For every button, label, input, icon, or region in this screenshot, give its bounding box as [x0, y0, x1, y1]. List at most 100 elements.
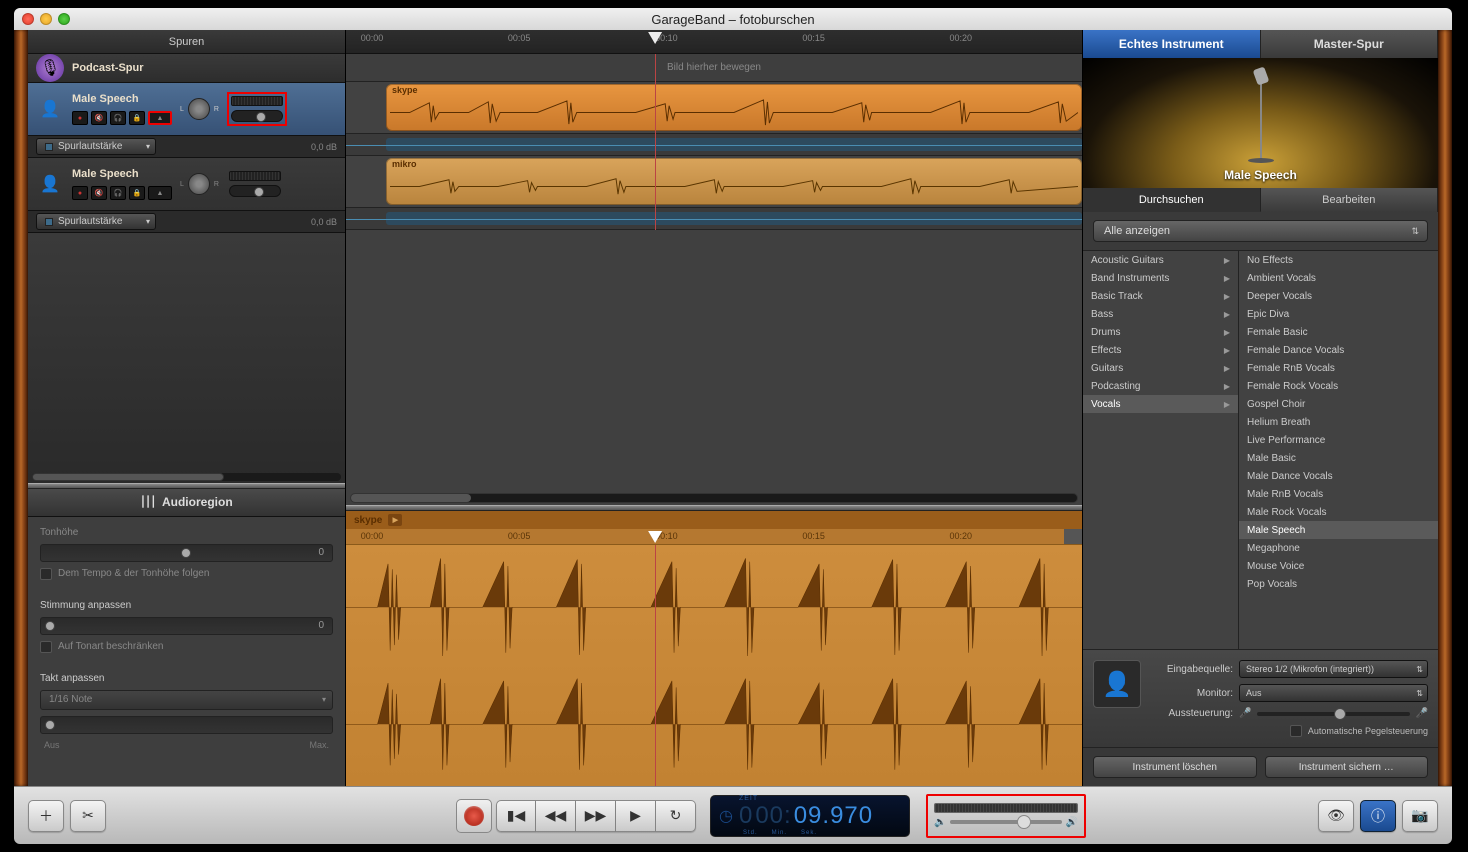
- save-instrument-button[interactable]: Instrument sichern …: [1265, 756, 1429, 778]
- preset-item[interactable]: Male Speech: [1239, 521, 1438, 539]
- record-enable-button[interactable]: ●: [72, 186, 88, 200]
- track-1-automation-lane[interactable]: [346, 134, 1082, 156]
- track-1-lane[interactable]: skype: [346, 82, 1082, 134]
- editor-ruler[interactable]: 00:0000:0500:1000:1500:20: [346, 529, 1082, 545]
- solo-button[interactable]: 🎧: [110, 111, 126, 125]
- add-track-button[interactable]: ＋: [28, 800, 64, 832]
- category-item[interactable]: Guitars▶: [1083, 359, 1238, 377]
- ruler-tick: 00:00: [361, 33, 384, 43]
- track-row-1[interactable]: 👤 Male Speech ● 🔇 🎧 🔒 ▲ L: [28, 83, 345, 158]
- region-mikro[interactable]: mikro: [386, 158, 1082, 205]
- info-button[interactable]: ⓘ: [1360, 800, 1396, 832]
- category-item[interactable]: Acoustic Guitars▶: [1083, 251, 1238, 269]
- track-2-automation-lane[interactable]: [346, 208, 1082, 230]
- tab-browse[interactable]: Durchsuchen: [1083, 188, 1261, 212]
- input-source-select[interactable]: Stereo 1/2 (Mikrofon (integriert)): [1239, 660, 1428, 678]
- preset-item[interactable]: Helium Breath: [1239, 413, 1438, 431]
- time-display[interactable]: ◷ ZEIT 0 00: 09.970 Std.Min.Sek.: [710, 795, 910, 837]
- category-item[interactable]: Band Instruments▶: [1083, 269, 1238, 287]
- limit-key-checkbox[interactable]: [40, 641, 52, 653]
- preset-item[interactable]: Male Dance Vocals: [1239, 467, 1438, 485]
- cycle-button[interactable]: ↻: [656, 800, 696, 832]
- preset-item[interactable]: Live Performance: [1239, 431, 1438, 449]
- volume-slider[interactable]: [231, 110, 283, 122]
- preset-item[interactable]: Epic Diva: [1239, 305, 1438, 323]
- zoom-slider[interactable]: [32, 473, 341, 481]
- category-item[interactable]: Bass▶: [1083, 305, 1238, 323]
- automation-param-select[interactable]: Spurlautstärke: [36, 138, 156, 155]
- delete-instrument-button[interactable]: Instrument löschen: [1093, 756, 1257, 778]
- pan-knob[interactable]: [188, 173, 210, 195]
- track-2-lane[interactable]: mikro: [346, 156, 1082, 208]
- forward-button[interactable]: ▶▶: [576, 800, 616, 832]
- preset-item[interactable]: Deeper Vocals: [1239, 287, 1438, 305]
- category-item[interactable]: Vocals▶: [1083, 395, 1238, 413]
- timeline-scrollbar[interactable]: [350, 493, 1078, 503]
- lock-button[interactable]: 🔒: [129, 186, 145, 200]
- lock-button[interactable]: 🔒: [129, 111, 145, 125]
- preset-item[interactable]: Female Rock Vocals: [1239, 377, 1438, 395]
- gain-slider[interactable]: [1257, 712, 1409, 716]
- preset-item[interactable]: Mouse Voice: [1239, 557, 1438, 575]
- category-item[interactable]: Podcasting▶: [1083, 377, 1238, 395]
- track-row-podcast[interactable]: 🎙 Podcast-Spur: [28, 54, 345, 83]
- preset-item[interactable]: Gospel Choir: [1239, 395, 1438, 413]
- preset-item[interactable]: Male RnB Vocals: [1239, 485, 1438, 503]
- tracks-header: Spuren: [28, 30, 345, 54]
- ruler-tick: 00:20: [950, 33, 973, 43]
- solo-button[interactable]: 🎧: [110, 186, 126, 200]
- ruler-scrollbar[interactable]: [1064, 529, 1082, 544]
- pitch-label: Tonhöhe: [40, 527, 333, 538]
- auto-level-checkbox[interactable]: [1290, 725, 1302, 737]
- media-browser-button[interactable]: 📷: [1402, 800, 1438, 832]
- automation-button[interactable]: ▲: [148, 111, 172, 125]
- playhead[interactable]: [655, 54, 656, 230]
- preset-list[interactable]: No EffectsAmbient VocalsDeeper VocalsEpi…: [1239, 251, 1438, 649]
- preset-item[interactable]: Female RnB Vocals: [1239, 359, 1438, 377]
- pitch-slider[interactable]: 0: [40, 544, 333, 562]
- playhead[interactable]: [655, 545, 656, 786]
- preset-item[interactable]: Female Dance Vocals: [1239, 341, 1438, 359]
- tuning-slider[interactable]: 0: [40, 617, 333, 635]
- automation-param-select[interactable]: Spurlautstärke: [36, 213, 156, 230]
- podcast-lane[interactable]: Bild hierher bewegen: [346, 54, 1082, 82]
- loop-browser-button[interactable]: 👁: [1318, 800, 1354, 832]
- preset-item[interactable]: Megaphone: [1239, 539, 1438, 557]
- timing-slider[interactable]: [40, 716, 333, 734]
- go-to-start-button[interactable]: ▮◀: [496, 800, 536, 832]
- master-volume-slider[interactable]: [950, 820, 1061, 824]
- automation-button[interactable]: ▲: [148, 186, 172, 200]
- preset-item[interactable]: Pop Vocals: [1239, 575, 1438, 593]
- record-enable-button[interactable]: ●: [72, 111, 88, 125]
- follow-tempo-checkbox[interactable]: [40, 568, 52, 580]
- pan-knob[interactable]: [188, 98, 210, 120]
- play-button[interactable]: ▶: [616, 800, 656, 832]
- preset-item[interactable]: Female Basic: [1239, 323, 1438, 341]
- category-item[interactable]: Effects▶: [1083, 341, 1238, 359]
- category-item[interactable]: Drums▶: [1083, 323, 1238, 341]
- mute-button[interactable]: 🔇: [91, 186, 107, 200]
- category-list[interactable]: Acoustic Guitars▶Band Instruments▶Basic …: [1083, 251, 1239, 649]
- region-skype[interactable]: skype: [386, 84, 1082, 131]
- play-region-button[interactable]: ▶: [388, 514, 402, 526]
- track-row-2[interactable]: 👤 Male Speech ● 🔇 🎧 🔒 ▲ L: [28, 158, 345, 233]
- preset-item[interactable]: No Effects: [1239, 251, 1438, 269]
- tab-real-instrument[interactable]: Echtes Instrument: [1083, 30, 1261, 58]
- record-button[interactable]: [456, 799, 492, 833]
- timing-note-select[interactable]: 1/16 Note: [40, 690, 333, 710]
- tab-master-track[interactable]: Master-Spur: [1261, 30, 1439, 58]
- monitor-select[interactable]: Aus: [1239, 684, 1428, 702]
- ruler-tick: 00:20: [950, 531, 973, 541]
- mute-button[interactable]: 🔇: [91, 111, 107, 125]
- rewind-button[interactable]: ◀◀: [536, 800, 576, 832]
- timeline-ruler[interactable]: 00:0000:0500:1000:1500:20: [346, 30, 1082, 54]
- preset-item[interactable]: Ambient Vocals: [1239, 269, 1438, 287]
- volume-slider[interactable]: [229, 185, 281, 197]
- category-item[interactable]: Basic Track▶: [1083, 287, 1238, 305]
- waveform-editor[interactable]: [346, 545, 1082, 786]
- editor-toggle-button[interactable]: ✂︎: [70, 800, 106, 832]
- filter-select[interactable]: Alle anzeigen: [1093, 220, 1428, 242]
- preset-item[interactable]: Male Basic: [1239, 449, 1438, 467]
- preset-item[interactable]: Male Rock Vocals: [1239, 503, 1438, 521]
- tab-edit[interactable]: Bearbeiten: [1261, 188, 1439, 212]
